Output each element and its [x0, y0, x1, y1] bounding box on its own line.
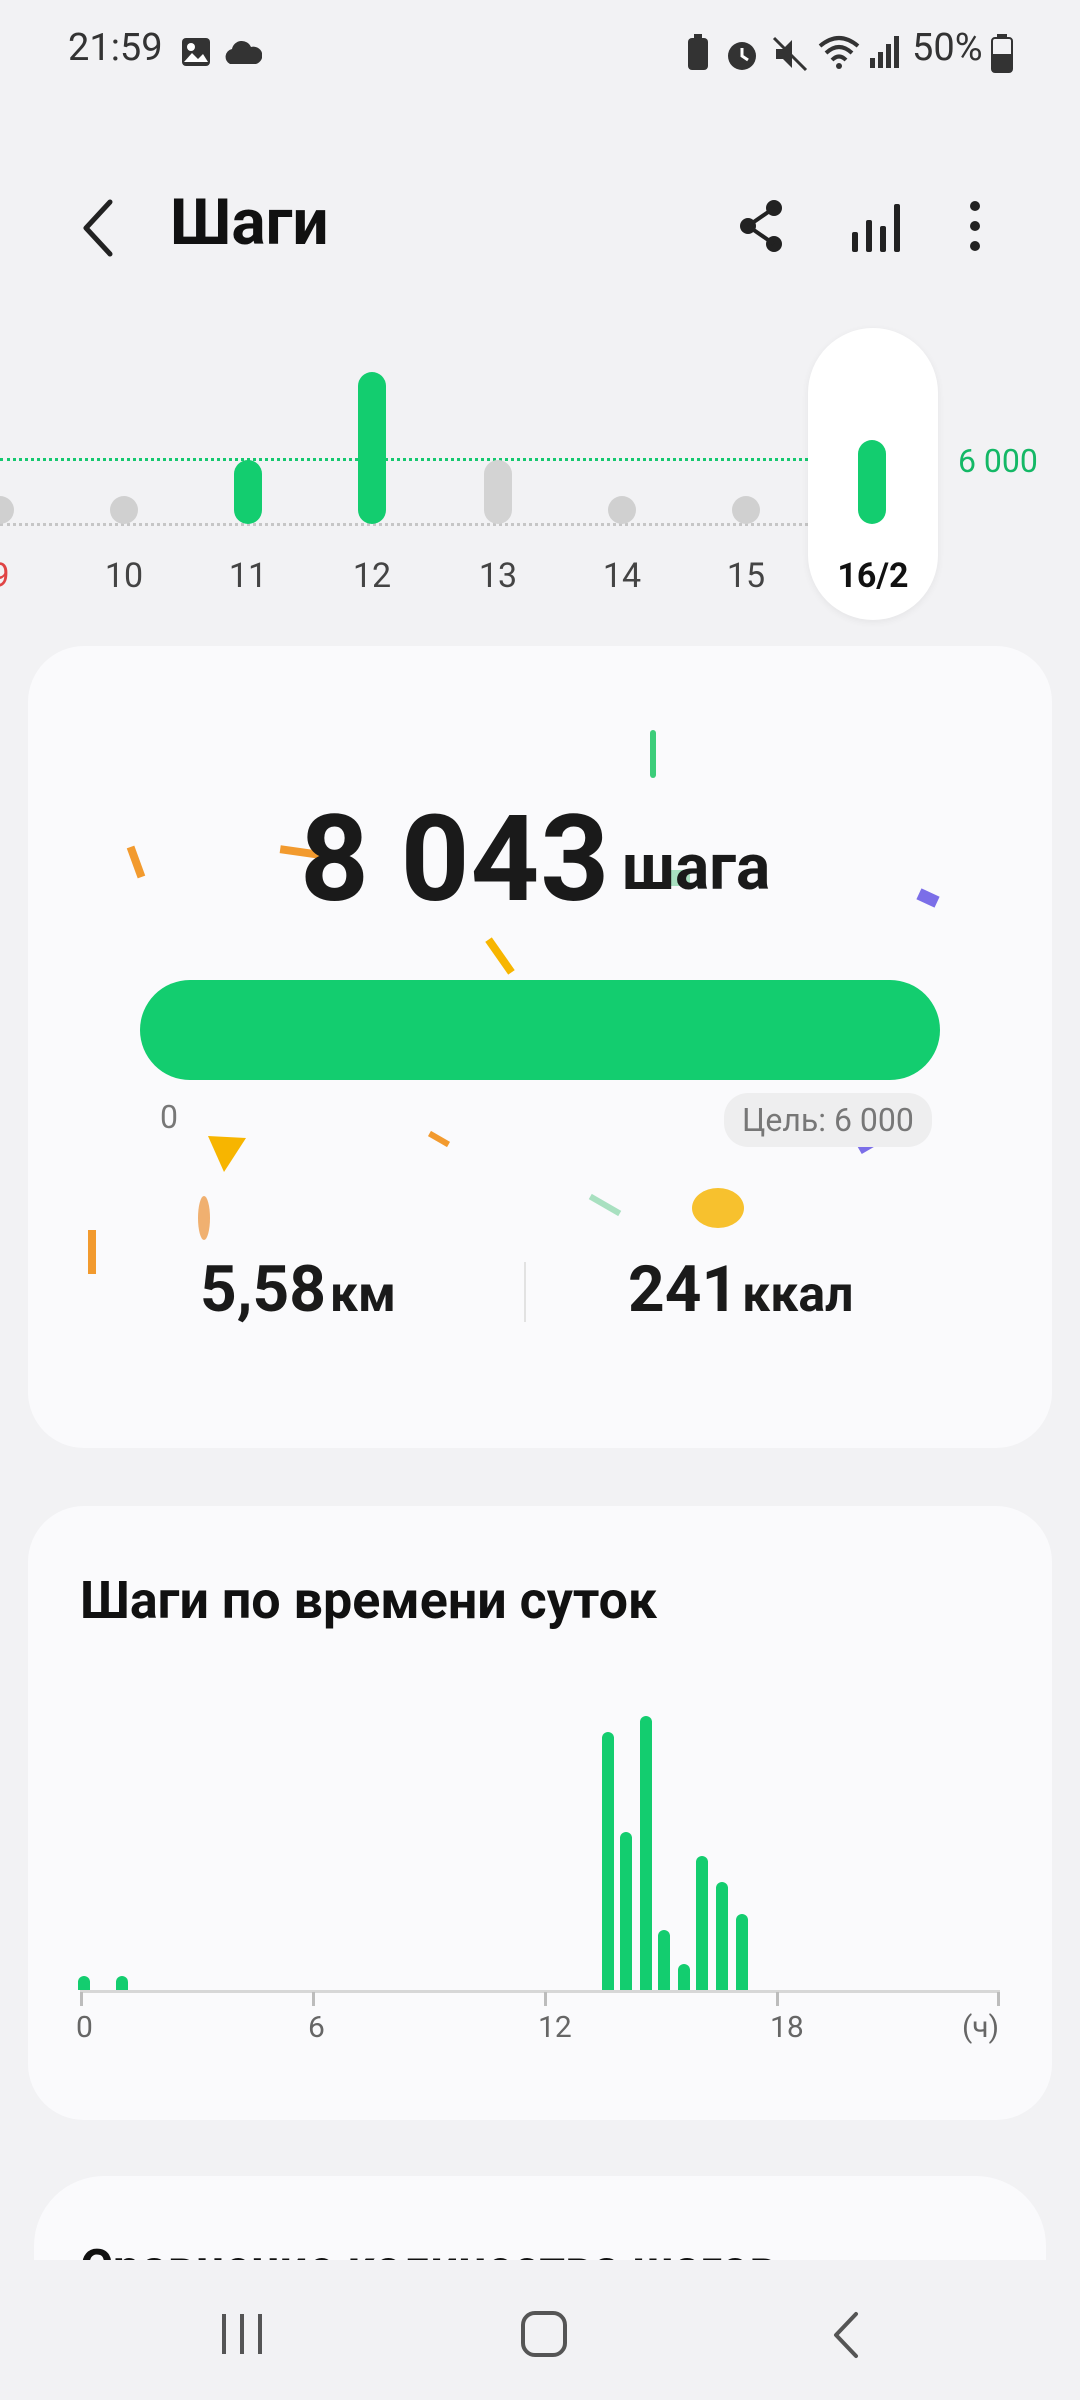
calories-stat: 241 ккал [628, 1252, 854, 1327]
battery-icon [991, 34, 1013, 73]
day-16-bar[interactable] [858, 440, 886, 524]
gallery-icon [182, 38, 210, 66]
hour-bar [658, 1930, 670, 1990]
axis-tick [997, 1992, 1000, 2006]
hour-bar [620, 1832, 632, 1990]
wifi-icon [818, 36, 860, 69]
calories-unit: ккал [742, 1266, 854, 1324]
hour-bar [640, 1716, 652, 1990]
navigation-bar [0, 2260, 1080, 2400]
steps-progress-bar [140, 980, 940, 1080]
hour-bar [696, 1856, 708, 1990]
battery-saver-icon [688, 34, 708, 70]
tick-label: 12 [538, 2010, 572, 2045]
trends-icon[interactable] [848, 196, 904, 256]
home-icon[interactable] [520, 2310, 568, 2358]
axis-tick [312, 1992, 315, 2006]
axis-tick [776, 1992, 779, 2006]
day-12-bar[interactable] [358, 372, 386, 524]
hourly-steps-title: Шаги по времени суток [80, 1570, 658, 1631]
day-label[interactable]: 14 [582, 556, 662, 596]
mute-icon [772, 36, 808, 72]
signal-icon [870, 36, 899, 68]
stats-divider [524, 1262, 526, 1322]
status-bar: 21:59 50% [0, 0, 1080, 100]
tick-label: 18 [770, 2010, 804, 2045]
day-label[interactable]: 12 [332, 556, 412, 596]
day-15-dot[interactable] [732, 496, 760, 524]
axis-tick [80, 1992, 83, 2006]
day-9-dot[interactable] [0, 496, 14, 524]
distance-unit: км [329, 1266, 396, 1324]
tick-label: 0 [76, 2010, 93, 2045]
hour-bar [602, 1732, 614, 1990]
day-11-bar[interactable] [234, 460, 262, 524]
nav-back-icon[interactable] [830, 2310, 862, 2360]
goal-line-label: 6 000 [958, 442, 1038, 480]
alarm-icon [728, 42, 756, 70]
steps-count: 8 043 [300, 790, 611, 930]
day-label[interactable]: 13 [458, 556, 538, 596]
hour-bar [78, 1976, 90, 1990]
calories-value: 241 [628, 1252, 739, 1327]
tick-label: 6 [308, 2010, 325, 2045]
day-label[interactable]: 9 [0, 556, 40, 596]
more-options-icon[interactable] [960, 196, 990, 256]
hour-bar [116, 1976, 128, 1990]
hourly-x-axis [80, 1990, 1000, 1993]
day-label[interactable]: 15 [706, 556, 786, 596]
hour-bar [716, 1882, 728, 1990]
day-13-bar[interactable] [484, 460, 512, 524]
goal-line [0, 458, 808, 461]
day-label[interactable]: 11 [208, 556, 288, 596]
day-label-selected[interactable]: 16/2 [823, 556, 923, 596]
recent-apps-icon[interactable] [220, 2312, 266, 2356]
day-14-dot[interactable] [608, 496, 636, 524]
goal-chip: Цель: 6 000 [724, 1093, 932, 1147]
progress-min-label: 0 [160, 1098, 178, 1136]
hour-bar [736, 1914, 748, 1990]
distance-stat: 5,58 км [200, 1252, 396, 1327]
share-icon[interactable] [736, 196, 788, 256]
day-10-dot[interactable] [110, 496, 138, 524]
cloud-icon [225, 40, 262, 64]
status-time: 21:59 [68, 26, 163, 70]
page-title: Шаги [170, 185, 329, 260]
day-label[interactable]: 10 [84, 556, 164, 596]
axis-tick [544, 1992, 547, 2006]
tick-label: (ч) [962, 2010, 1000, 2045]
steps-unit: шага [622, 830, 771, 905]
hour-bar [678, 1964, 690, 1990]
distance-value: 5,58 [200, 1252, 326, 1327]
battery-percent: 50% [912, 26, 983, 70]
back-icon[interactable] [78, 198, 118, 258]
